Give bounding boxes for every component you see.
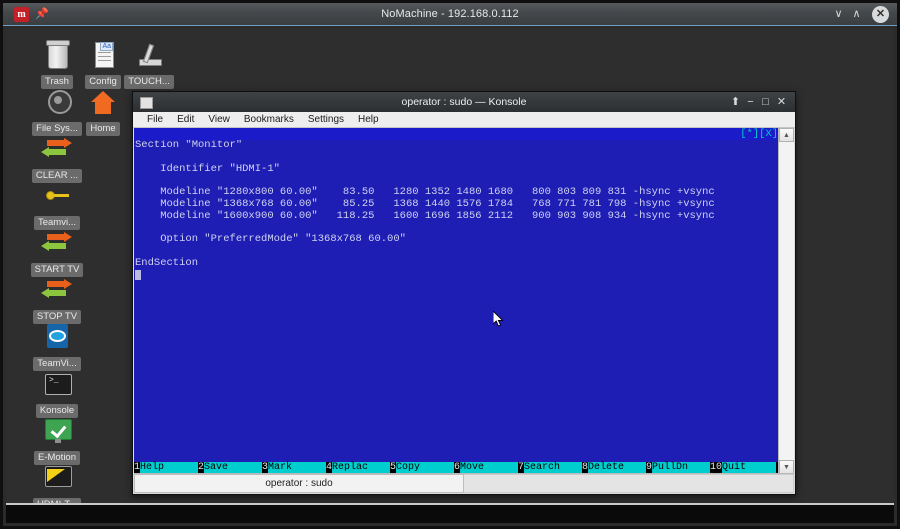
konsole-window: operator : sudo — Konsole ⬆ − □ ✕ FileEd… [132,91,796,495]
minimize-icon[interactable]: − [743,95,758,110]
editor-line: Modeline "1600x900 60.00" 118.25 1600 16… [135,211,780,223]
menu-bookmarks[interactable]: Bookmarks [237,112,301,127]
monitor-hdmi-icon [40,462,74,496]
konsole-window-title: operator : sudo — Konsole [133,92,795,112]
editor-line: EndSection [135,258,780,270]
key-icon [40,180,74,214]
teamviewer-icon [40,321,74,355]
keep-above-icon[interactable]: ⬆ [728,95,743,110]
menu-help[interactable]: Help [351,112,386,127]
terminal-view[interactable]: /etc/X11/xorg.conf.d/20-modesettings.con… [134,128,780,474]
scroll-up-arrow-icon[interactable]: ▲ [779,128,794,142]
konsole-tab-strip: operator : sudo [134,473,794,493]
menu-file[interactable]: File [140,112,170,127]
nomachine-close-button[interactable]: ✕ [872,6,889,23]
editor-line: Identifier "HDMI-1" [135,164,780,176]
trash-icon [40,39,74,73]
menu-settings[interactable]: Settings [301,112,351,127]
nomachine-window-title: NoMachine - 192.168.0.112 [3,3,897,26]
remote-desktop: TrashConfigTOUCH...File Sys...HomeCLEAR … [6,29,894,523]
nomachine-window: m 📌 NoMachine - 192.168.0.112 ∨ ∧ ✕ Tras… [0,0,900,529]
close-icon[interactable]: ✕ [774,95,789,110]
menu-edit[interactable]: Edit [170,112,201,127]
touch-pen-icon [132,39,166,73]
konsole-tab-operator-sudo[interactable]: operator : sudo [134,474,464,493]
desktop-icon-label: Home [86,122,119,136]
sync-arrows-icon [40,227,74,261]
mcedit-status-right: [*][X] [740,128,778,140]
nomachine-titlebar[interactable]: m 📌 NoMachine - 192.168.0.112 ∨ ∧ ✕ [3,3,897,26]
editor-line [135,152,780,164]
maximize-icon[interactable]: □ [758,95,773,110]
editor-cursor [135,270,780,282]
desktop-taskbar[interactable] [6,505,894,523]
editor-line: Option "PreferredMode" "1368x768 60.00" [135,234,780,246]
chevron-up-icon[interactable]: ∧ [848,6,865,23]
konsole-menubar: FileEditViewBookmarksSettingsHelp [133,112,795,128]
terminal-scrollbar[interactable]: ▲ ▼ [778,128,794,474]
document-icon [86,39,120,73]
konsole-tab-empty-area [464,474,794,493]
konsole-icon [40,368,74,402]
monitor-check-icon [40,415,74,449]
sync-arrows-icon [40,274,74,308]
home-folder-icon [86,86,120,120]
editor-line: Modeline "1368x768 60.00" 85.25 1368 144… [135,199,780,211]
editor-line [135,246,780,258]
editor-line: Section "Monitor" [135,140,780,152]
konsole-titlebar[interactable]: operator : sudo — Konsole ⬆ − □ ✕ [133,92,795,112]
scroll-down-arrow-icon[interactable]: ▼ [779,460,794,474]
filesystem-icon [40,86,74,120]
mcedit-text-area[interactable]: Section "Monitor" Identifier "HDMI-1" Mo… [134,140,780,446]
sync-arrows-icon [40,133,74,167]
chevron-down-icon[interactable]: ∨ [830,6,847,23]
mcedit-status-bar: /etc/X11/xorg.conf.d/20-modesettings.con… [134,128,780,140]
menu-view[interactable]: View [201,112,237,127]
